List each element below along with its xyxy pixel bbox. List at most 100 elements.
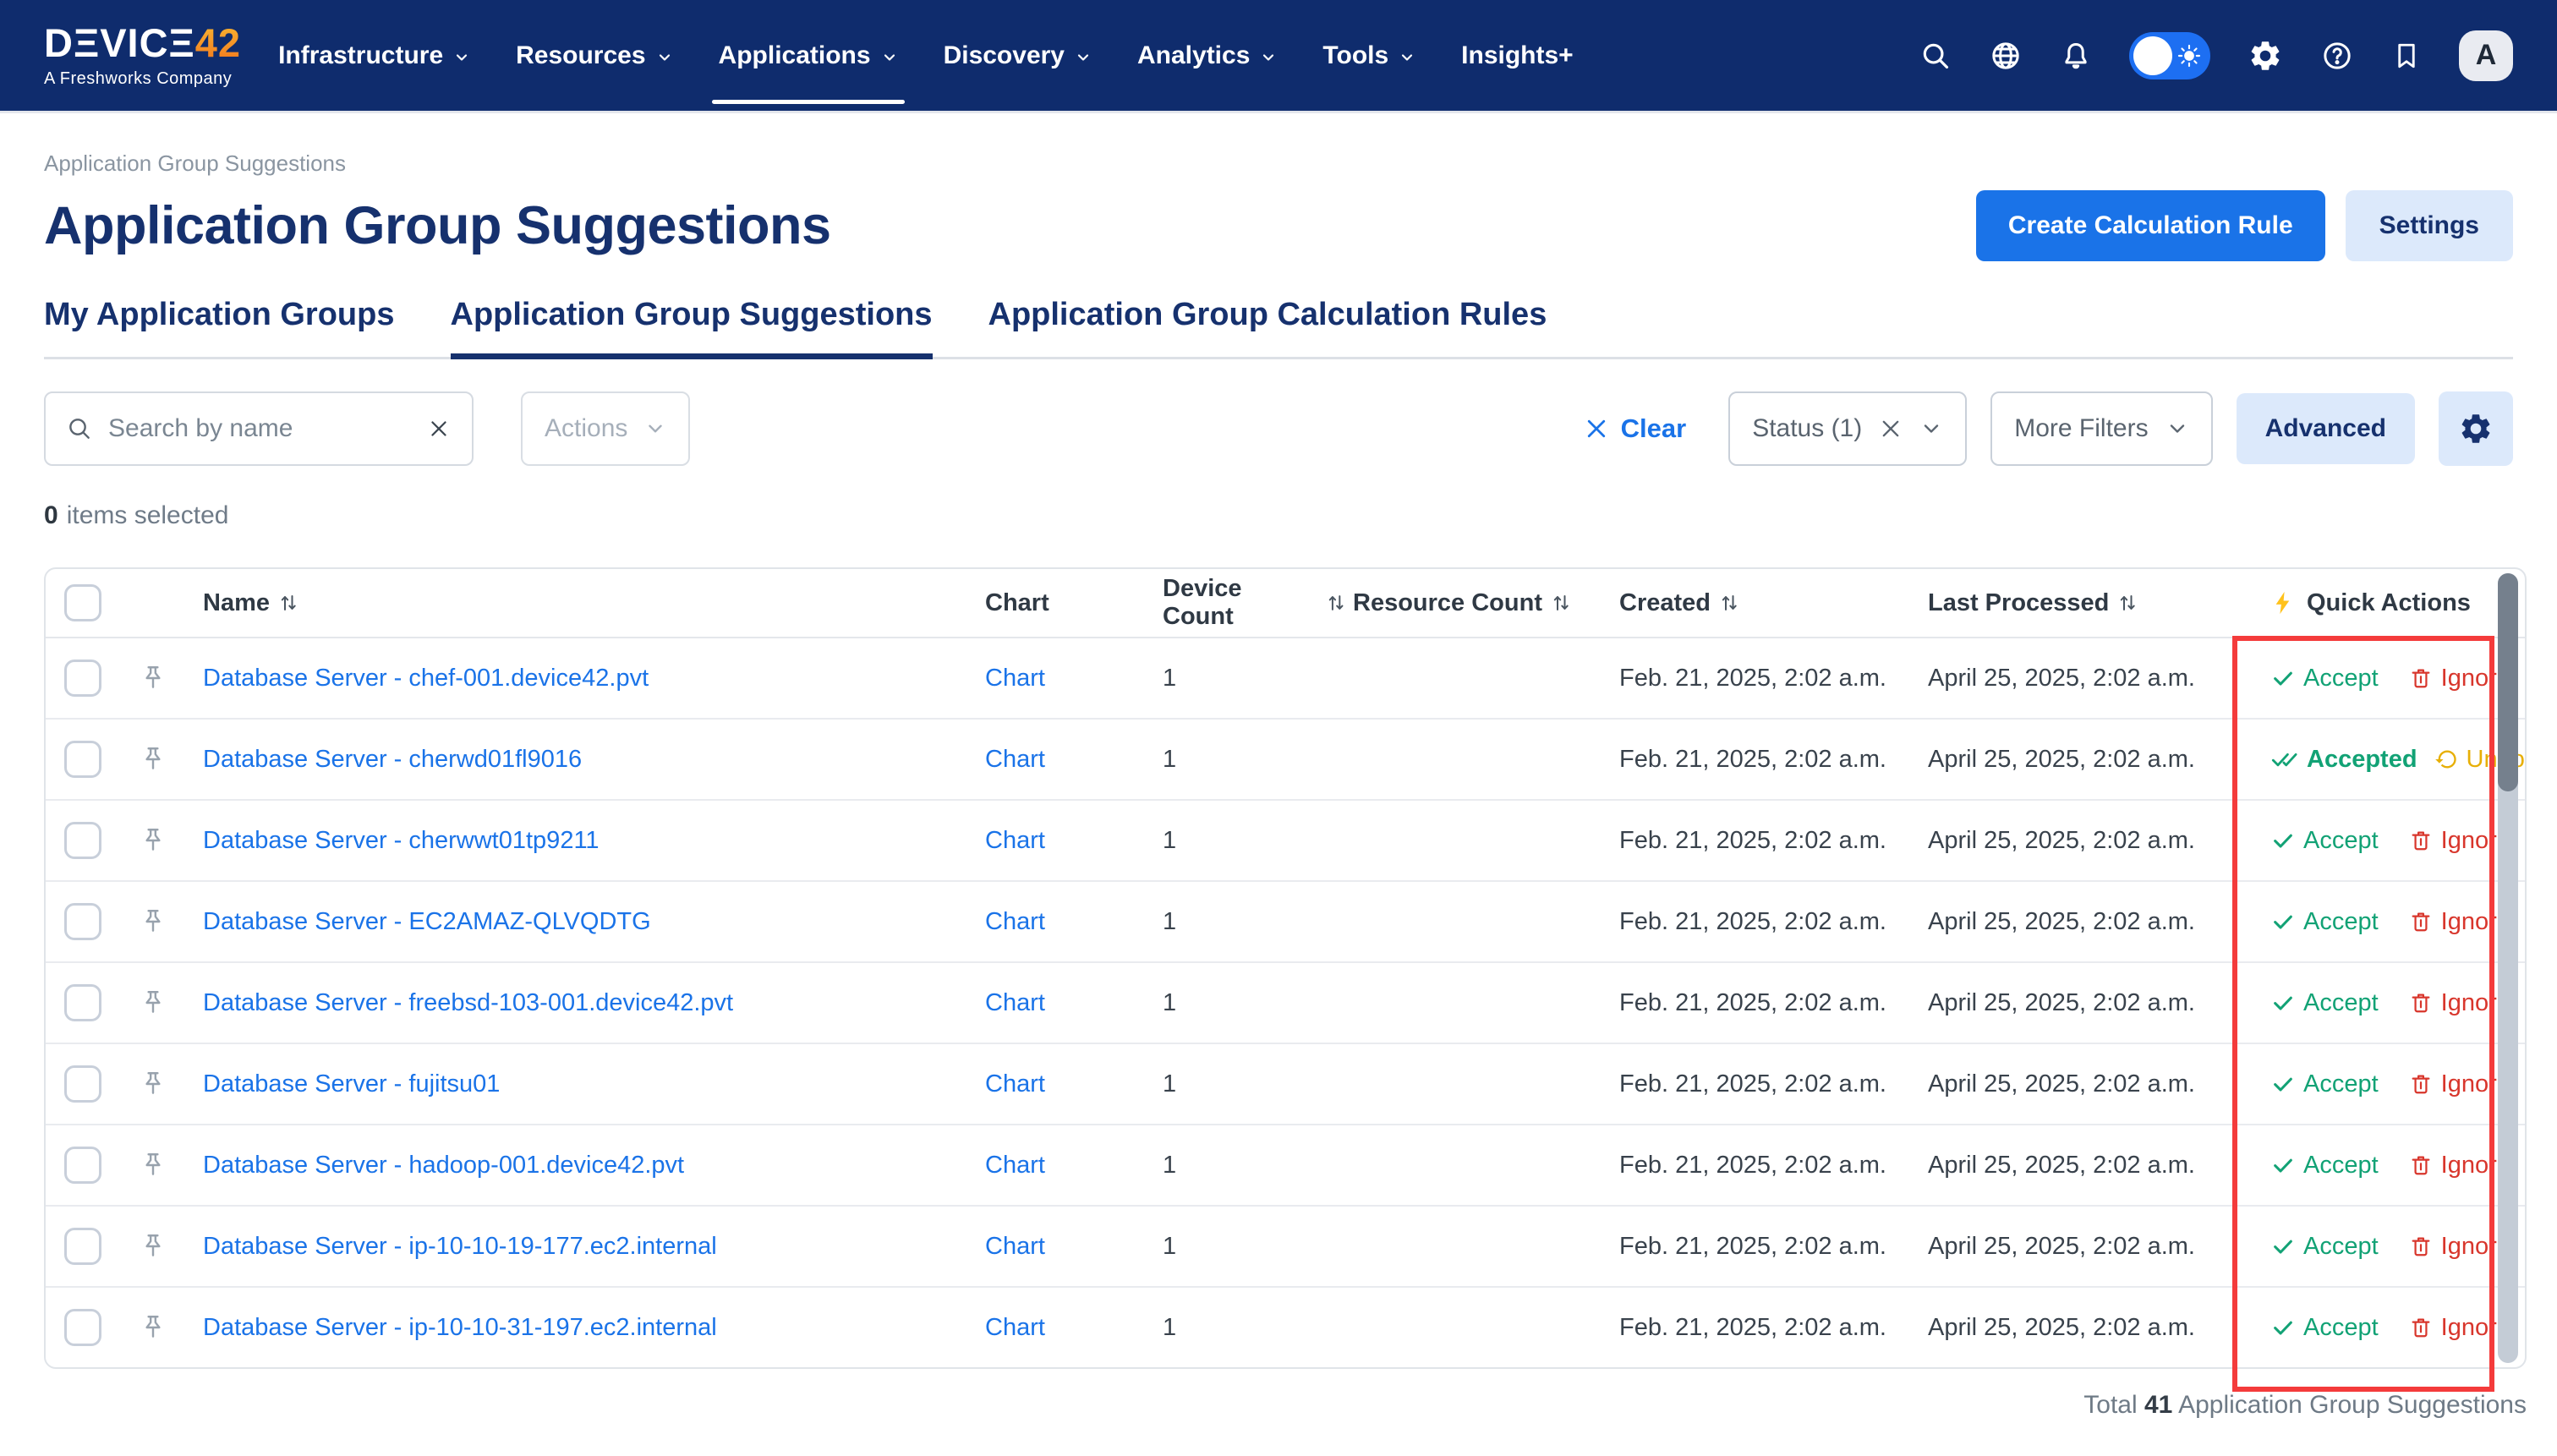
chevron-down-icon[interactable] [1919, 417, 1943, 441]
row-checkbox[interactable] [64, 1065, 101, 1103]
trash-icon [2409, 1234, 2433, 1258]
nav-item[interactable]: Discovery [944, 0, 1092, 111]
breadcrumb[interactable]: Application Group Suggestions [44, 151, 2513, 177]
create-calculation-rule-button[interactable]: Create Calculation Rule [1976, 190, 2325, 261]
user-avatar[interactable]: A [2459, 30, 2513, 81]
chart-link[interactable]: Chart [985, 1233, 1045, 1260]
tab[interactable]: Application Group Suggestions [451, 297, 933, 357]
selection-count: 0 [44, 501, 58, 530]
settings-gear-icon[interactable] [2248, 38, 2283, 74]
row-checkbox[interactable] [64, 1228, 101, 1265]
nav-item[interactable]: Infrastructure [278, 0, 470, 111]
row-checkbox[interactable] [64, 660, 101, 697]
search-icon[interactable] [1919, 40, 1952, 72]
ignore-button[interactable]: Ignore [2409, 1233, 2510, 1261]
row-checkbox[interactable] [64, 1309, 101, 1346]
pin-icon[interactable] [139, 1232, 167, 1261]
settings-button[interactable]: Settings [2346, 190, 2513, 261]
total-count-line: Total 41 Application Group Suggestions [44, 1391, 2527, 1420]
suggestion-name-link[interactable]: Database Server - chef-001.device42.pvt [203, 665, 649, 692]
nav-item-label: Insights+ [1461, 41, 1574, 70]
chart-link[interactable]: Chart [985, 1314, 1045, 1341]
ignore-button[interactable]: Ignore [2409, 1314, 2510, 1342]
row-checkbox[interactable] [64, 903, 101, 940]
select-all-checkbox[interactable] [64, 584, 101, 621]
accept-button[interactable]: Accept [2271, 827, 2379, 855]
table-scrollbar-thumb[interactable] [2498, 573, 2518, 791]
suggestion-name-link[interactable]: Database Server - hadoop-001.device42.pv… [203, 1152, 684, 1180]
ignore-button[interactable]: Ignore [2409, 1070, 2510, 1098]
nav-item[interactable]: Tools [1322, 0, 1415, 111]
actions-dropdown[interactable]: Actions [521, 391, 690, 466]
clear-filters-button[interactable]: Clear [1584, 413, 1687, 444]
chart-link[interactable]: Chart [985, 989, 1045, 1016]
table-header-row: Name Chart Device Count Resource Count [46, 569, 2525, 638]
suggestion-name-link[interactable]: Database Server - ip-10-10-31-197.ec2.in… [203, 1314, 717, 1342]
advanced-button[interactable]: Advanced [2237, 393, 2415, 464]
suggestion-name-link[interactable]: Database Server - cherwwt01tp9211 [203, 827, 600, 855]
accept-button[interactable]: Accept [2271, 1233, 2379, 1261]
search-clear-icon[interactable] [426, 416, 452, 441]
suggestion-name-link[interactable]: Database Server - ip-10-10-19-177.ec2.in… [203, 1233, 717, 1261]
device42-logo[interactable]: DΞVICΞ42 A Freshworks Company [44, 23, 241, 89]
row-checkbox[interactable] [64, 984, 101, 1021]
pin-icon[interactable] [139, 1070, 167, 1098]
table-settings-gear-button[interactable] [2439, 391, 2513, 466]
ignore-button[interactable]: Ignore [2409, 827, 2510, 855]
chart-link[interactable]: Chart [985, 1070, 1045, 1097]
ignore-button[interactable]: Ignore [2409, 1152, 2510, 1180]
chart-link[interactable]: Chart [985, 1152, 1045, 1179]
suggestion-name-link[interactable]: Database Server - EC2AMAZ-QLVQDTG [203, 908, 651, 936]
remove-filter-icon[interactable] [1879, 417, 1903, 441]
bookmark-icon[interactable] [2391, 41, 2422, 71]
ignore-button[interactable]: Ignore [2409, 989, 2510, 1017]
pin-icon[interactable] [139, 1151, 167, 1180]
tab-label: Application Group Calculation Rules [988, 297, 1547, 332]
suggestion-name-link[interactable]: Database Server - fujitsu01 [203, 1070, 500, 1098]
chart-link[interactable]: Chart [985, 746, 1045, 773]
chart-link[interactable]: Chart [985, 665, 1045, 692]
pin-icon[interactable] [139, 1313, 167, 1342]
accept-button[interactable]: Accept [2271, 1152, 2379, 1180]
pin-icon[interactable] [139, 907, 167, 936]
quick-actions-pending: Accept Ignore [2271, 1233, 2510, 1261]
status-filter-chip[interactable]: Status (1) [1728, 391, 1967, 466]
sort-by-device-count[interactable]: Device Count [1163, 575, 1346, 631]
ignore-button[interactable]: Ignore [2409, 665, 2510, 692]
accept-button[interactable]: Accept [2271, 908, 2379, 936]
nav-item[interactable]: Resources [516, 0, 672, 111]
accept-button[interactable]: Accept [2271, 989, 2379, 1017]
pin-icon[interactable] [139, 745, 167, 774]
sort-by-last-processed[interactable]: Last Processed [1928, 589, 2138, 617]
chart-link[interactable]: Chart [985, 827, 1045, 854]
sort-by-name[interactable]: Name [203, 589, 298, 617]
row-checkbox[interactable] [64, 822, 101, 859]
row-checkbox[interactable] [64, 1147, 101, 1184]
tab[interactable]: Application Group Calculation Rules [988, 297, 1547, 357]
quick-actions-pending: Accept Ignore [2271, 827, 2510, 855]
nav-item[interactable]: Analytics [1137, 0, 1277, 111]
more-filters-dropdown[interactable]: More Filters [1990, 391, 2212, 466]
sort-by-resource-count[interactable]: Resource Count [1353, 589, 1571, 617]
suggestion-name-link[interactable]: Database Server - cherwd01fl9016 [203, 746, 582, 774]
accept-button[interactable]: Accept [2271, 665, 2379, 692]
search-input[interactable] [108, 414, 411, 443]
ignore-button[interactable]: Ignore [2409, 908, 2510, 936]
tab[interactable]: My Application Groups [44, 297, 395, 357]
notifications-bell-icon[interactable] [2060, 40, 2092, 72]
nav-item[interactable]: Applications [719, 0, 898, 111]
theme-toggle[interactable] [2129, 32, 2210, 79]
accept-button[interactable]: Accept [2271, 1070, 2379, 1098]
accept-button[interactable]: Accept [2271, 1314, 2379, 1342]
help-icon[interactable] [2320, 39, 2354, 73]
row-checkbox[interactable] [64, 741, 101, 778]
selection-summary: 0 items selected [44, 501, 2513, 530]
pin-icon[interactable] [139, 826, 167, 855]
nav-item[interactable]: Insights+ [1461, 0, 1574, 111]
sort-by-created[interactable]: Created [1619, 589, 1739, 617]
chart-link[interactable]: Chart [985, 908, 1045, 935]
pin-icon[interactable] [139, 988, 167, 1017]
pin-icon[interactable] [139, 664, 167, 692]
globe-icon[interactable] [1989, 39, 2023, 73]
suggestion-name-link[interactable]: Database Server - freebsd-103-001.device… [203, 989, 733, 1017]
